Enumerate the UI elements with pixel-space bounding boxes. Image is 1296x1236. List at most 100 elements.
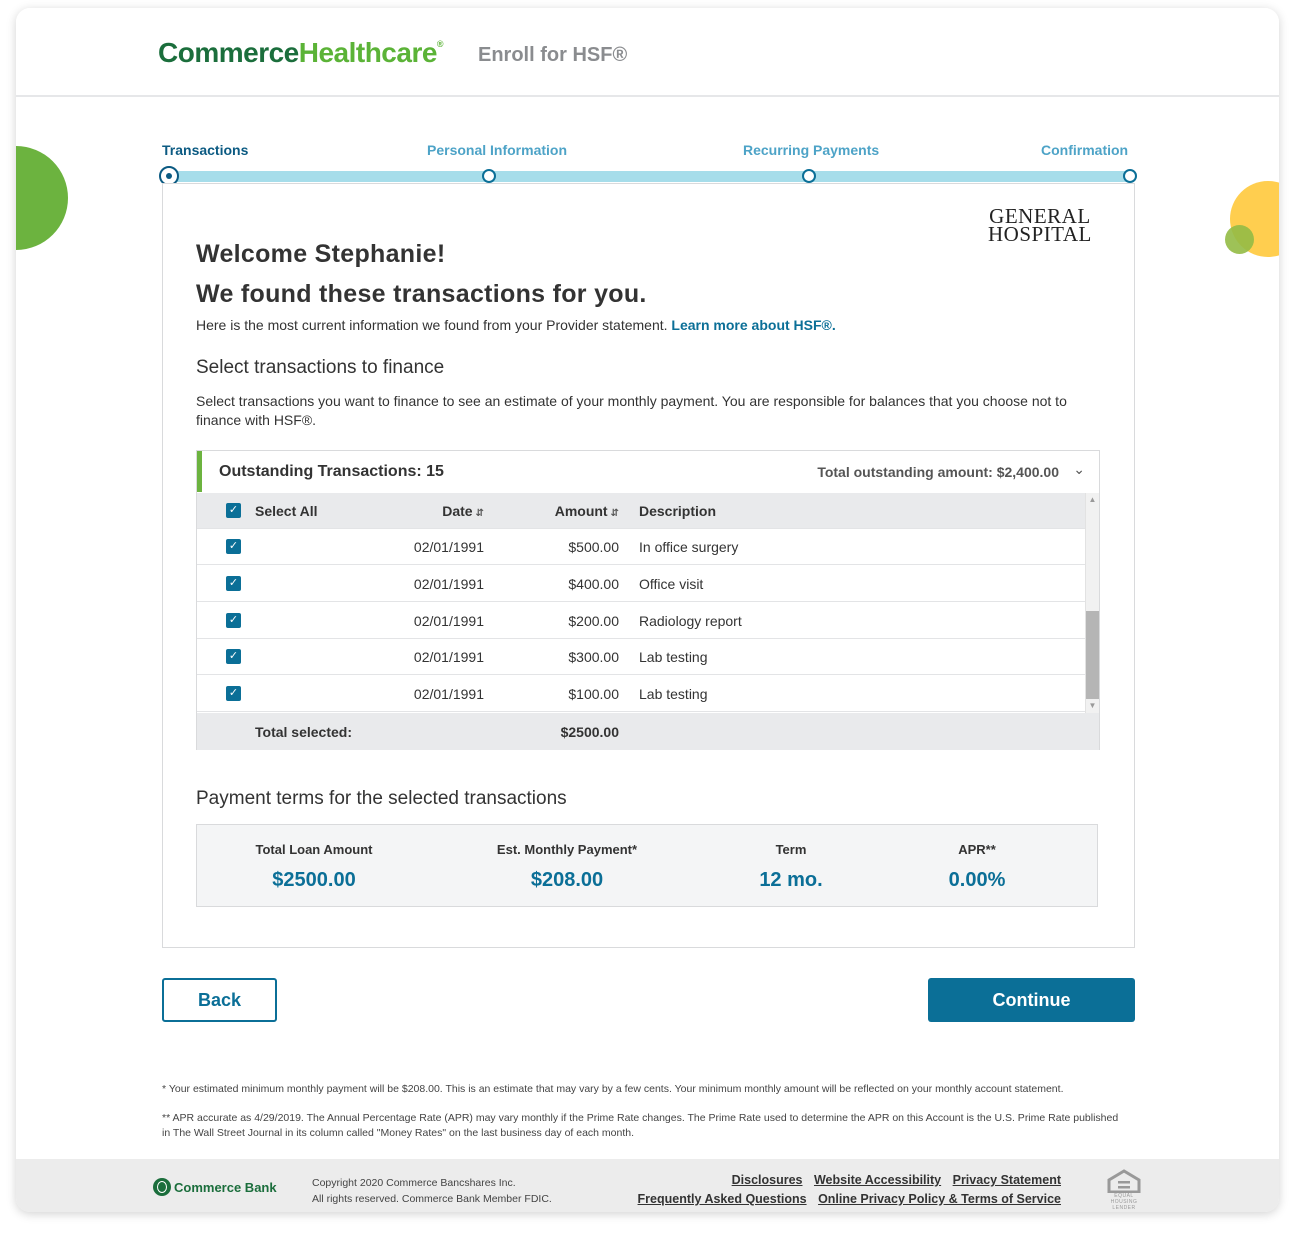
amount-header-label: Amount bbox=[554, 503, 608, 519]
row-checkbox[interactable]: ✓ bbox=[226, 539, 241, 554]
amount-column-header[interactable]: Amount ⇵ bbox=[507, 503, 619, 519]
faq-link[interactable]: Frequently Asked Questions bbox=[638, 1192, 807, 1206]
globe-icon bbox=[153, 1178, 171, 1196]
outstanding-count: Outstanding Transactions: 15 bbox=[219, 463, 444, 480]
table-header-row: ✓ Select All Date ⇵ Amount ⇵ Description bbox=[197, 493, 1085, 529]
term-label: Total Loan Amount bbox=[255, 842, 373, 857]
description-column-header: Description bbox=[639, 503, 717, 519]
total-outstanding: Total outstanding amount: $2,400.00 bbox=[817, 464, 1059, 480]
table-row: ✓ 02/01/1991 $500.00 In office surgery bbox=[197, 529, 1085, 565]
payment-terms-title: Payment terms for the selected transacti… bbox=[196, 788, 567, 809]
logo-part2: Healthcare bbox=[298, 37, 438, 68]
row-date: 02/01/1991 bbox=[413, 649, 484, 665]
welcome-heading: Welcome Stephanie! bbox=[196, 240, 446, 268]
select-transactions-title: Select transactions to finance bbox=[196, 357, 445, 378]
select-all-label: Select All bbox=[255, 503, 318, 519]
term-apr: APR** 0.00% bbox=[917, 842, 1037, 892]
row-date: 02/01/1991 bbox=[413, 576, 484, 592]
term-monthly-payment: Est. Monthly Payment* $208.00 bbox=[477, 842, 657, 892]
equal-housing-lender-icon: EQUAL HOUSING LENDER bbox=[1103, 1169, 1145, 1211]
continue-button[interactable]: Continue bbox=[928, 978, 1135, 1022]
step-node-personal-information bbox=[482, 169, 496, 183]
step-label-confirmation: Confirmation bbox=[1041, 142, 1129, 158]
app-frame: CommerceHealthcare® Enroll for HSF® Tran… bbox=[16, 8, 1279, 1212]
date-column-header[interactable]: Date ⇵ bbox=[399, 503, 484, 519]
step-label-transactions: Transactions bbox=[162, 142, 249, 158]
intro-text: Here is the most current information we … bbox=[196, 317, 836, 333]
row-amount: $500.00 bbox=[568, 539, 619, 555]
back-button[interactable]: Back bbox=[162, 978, 277, 1022]
transactions-panel-header[interactable]: Outstanding Transactions: 15 Total outst… bbox=[197, 451, 1099, 492]
logo-part1: Commerce bbox=[158, 37, 299, 68]
scroll-down-icon[interactable]: ▼ bbox=[1086, 699, 1099, 713]
select-transactions-help: Select transactions you want to finance … bbox=[196, 393, 1067, 428]
transactions-panel: Outstanding Transactions: 15 Total outst… bbox=[196, 450, 1100, 750]
scroll-up-icon[interactable]: ▲ bbox=[1086, 493, 1099, 507]
term-value: 12 mo. bbox=[759, 869, 823, 891]
logo-mark: ® bbox=[436, 39, 444, 49]
app-title: Enroll for HSF® bbox=[478, 44, 628, 66]
online-privacy-policy-link[interactable]: Online Privacy Policy & Terms of Service bbox=[818, 1192, 1061, 1206]
row-description: In office surgery bbox=[639, 539, 739, 555]
disclosures-link[interactable]: Disclosures bbox=[732, 1173, 803, 1187]
website-accessibility-link[interactable]: Website Accessibility bbox=[814, 1173, 941, 1187]
row-amount: $100.00 bbox=[568, 686, 619, 702]
row-checkbox[interactable]: ✓ bbox=[226, 649, 241, 664]
table-row: ✓ 02/01/1991 $100.00 Lab testing bbox=[197, 676, 1085, 712]
payment-terms-panel: Total Loan Amount $2500.00 Est. Monthly … bbox=[196, 824, 1098, 907]
row-checkbox[interactable]: ✓ bbox=[226, 686, 241, 701]
date-header-label: Date bbox=[442, 503, 473, 519]
table-row: ✓ 02/01/1991 $400.00 Office visit bbox=[197, 566, 1085, 602]
row-date: 02/01/1991 bbox=[413, 686, 484, 702]
found-heading: We found these transactions for you. bbox=[196, 280, 647, 308]
row-amount: $400.00 bbox=[568, 576, 619, 592]
ehl-text: EQUAL HOUSING LENDER bbox=[1110, 1193, 1138, 1211]
commerce-healthcare-logo: CommerceHealthcare® bbox=[158, 37, 444, 69]
privacy-statement-link[interactable]: Privacy Statement bbox=[953, 1173, 1061, 1187]
total-selected-label: Total selected: bbox=[255, 724, 352, 740]
row-description: Lab testing bbox=[639, 649, 708, 665]
step-label-recurring-payments: Recurring Payments bbox=[743, 142, 880, 158]
bank-name: Commerce Bank bbox=[174, 1180, 277, 1195]
footer-links: Disclosures Website Accessibility Privac… bbox=[630, 1171, 1061, 1209]
term-label: Est. Monthly Payment* bbox=[496, 842, 638, 857]
term-label: Term bbox=[775, 842, 807, 857]
select-all-checkbox[interactable]: ✓ bbox=[226, 503, 241, 518]
decorative-green-dot bbox=[1225, 225, 1254, 254]
total-selected-row: Total selected: $2500.00 bbox=[197, 713, 1099, 750]
term-total-loan: Total Loan Amount $2500.00 bbox=[230, 842, 398, 892]
learn-more-link[interactable]: Learn more about HSF®. bbox=[671, 317, 835, 333]
step-track bbox=[170, 171, 1130, 182]
scrollbar-thumb[interactable] bbox=[1086, 611, 1099, 699]
row-checkbox[interactable]: ✓ bbox=[226, 576, 241, 591]
sort-icon: ⇵ bbox=[610, 508, 619, 519]
row-amount: $200.00 bbox=[568, 613, 619, 629]
term-value: 0.00% bbox=[948, 869, 1006, 891]
row-date: 02/01/1991 bbox=[413, 613, 484, 629]
copyright-line1: Copyright 2020 Commerce Bancshares Inc. bbox=[312, 1177, 516, 1189]
page-footer: Commerce Bank Copyright 2020 Commerce Ba… bbox=[16, 1159, 1279, 1212]
copyright: Copyright 2020 Commerce Bancshares Inc. … bbox=[312, 1175, 552, 1207]
commerce-bank-logo: Commerce Bank bbox=[153, 1178, 277, 1196]
chevron-down-icon[interactable]: ⌄ bbox=[1073, 461, 1085, 478]
term-value: $2500.00 bbox=[272, 869, 356, 891]
row-date: 02/01/1991 bbox=[413, 539, 484, 555]
row-description: Radiology report bbox=[639, 613, 742, 629]
provider-logo-line2: HOSPITAL bbox=[988, 222, 1092, 246]
step-node-recurring-payments bbox=[802, 169, 816, 183]
step-label-personal-information: Personal Information bbox=[427, 142, 568, 158]
term-value: $208.00 bbox=[530, 869, 604, 891]
sort-icon: ⇵ bbox=[475, 508, 484, 519]
intro-text-body: Here is the most current information we … bbox=[196, 317, 668, 333]
row-amount: $300.00 bbox=[568, 649, 619, 665]
table-row: ✓ 02/01/1991 $200.00 Radiology report bbox=[197, 603, 1085, 639]
total-selected-value: $2500.00 bbox=[560, 724, 619, 740]
row-description: Office visit bbox=[639, 576, 704, 592]
row-checkbox[interactable]: ✓ bbox=[226, 613, 241, 628]
general-hospital-logo: GENERAL HOSPITAL bbox=[988, 206, 1092, 246]
footnote-monthly-payment: * Your estimated minimum monthly payment… bbox=[162, 1083, 1064, 1095]
table-row: ✓ 02/01/1991 $300.00 Lab testing bbox=[197, 639, 1085, 675]
step-node-confirmation bbox=[1123, 169, 1137, 183]
row-description: Lab testing bbox=[639, 686, 708, 702]
footnote-apr: ** APR accurate as 4/29/2019. The Annual… bbox=[162, 1112, 1119, 1139]
